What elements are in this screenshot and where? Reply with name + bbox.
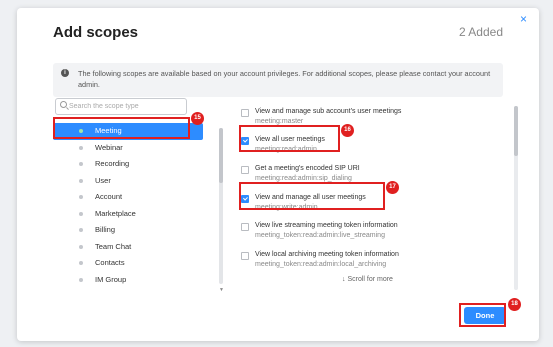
category-label: Billing [95, 225, 116, 234]
scope-checkbox[interactable] [241, 223, 249, 231]
bullet-icon [79, 261, 83, 265]
bullet-icon [79, 178, 83, 183]
scope-code: meeting_token:read:admin:live_streaming [255, 232, 385, 239]
highlight-box [239, 125, 340, 152]
scope-scrollbar[interactable] [514, 106, 518, 290]
search-input[interactable] [69, 100, 181, 112]
annotation-marker: 17 [386, 181, 399, 194]
category-label: Contacts [95, 258, 125, 267]
highlight-box [459, 303, 506, 327]
scope-code: meeting:read:admin:sip_dialing [255, 175, 352, 182]
category-label: Recording [95, 159, 130, 168]
category-label: Team Chat [95, 241, 132, 251]
bullet-icon [79, 277, 83, 282]
annotation-marker: 16 [341, 124, 354, 137]
info-banner: i The following scopes are available bas… [53, 63, 503, 97]
category-item-team-chat[interactable]: Team Chat [53, 239, 203, 256]
category-label: User [95, 175, 111, 185]
category-item-marketplace[interactable]: Marketplace [53, 206, 203, 223]
scope-name: View live streaming meeting token inform… [255, 222, 398, 229]
scope-checkbox[interactable] [241, 252, 249, 260]
category-item-recording[interactable]: Recording [53, 156, 203, 173]
search-field[interactable] [55, 98, 187, 115]
category-item-account[interactable]: Account [53, 189, 203, 206]
category-label: Account [95, 192, 123, 201]
category-label: Webinar [95, 142, 123, 152]
category-label: Marketplace [95, 208, 136, 218]
bullet-icon [79, 211, 83, 216]
highlight-box [53, 117, 190, 139]
scope-code: meeting:master [255, 118, 304, 125]
bullet-icon [79, 162, 83, 166]
search-icon [60, 101, 67, 108]
highlight-box [239, 182, 385, 210]
info-text: The following scopes are available based… [78, 69, 491, 89]
scroll-down-arrow-icon[interactable]: ▼ [219, 287, 224, 293]
annotation-marker: 15 [191, 112, 204, 125]
bullet-icon [79, 195, 83, 199]
scope-name: View and manage sub account's user meeti… [255, 108, 402, 115]
info-icon: i [61, 69, 69, 77]
bullet-icon [79, 244, 83, 249]
scroll-for-more-hint[interactable]: ↓ Scroll for more [342, 276, 393, 283]
scope-checkbox[interactable] [241, 109, 249, 117]
category-item-im-group[interactable]: IM Group [53, 272, 203, 289]
scope-name: Get a meeting's encoded SIP URI [255, 165, 360, 172]
bullet-icon [79, 228, 83, 232]
category-item-contacts[interactable]: Contacts [53, 255, 203, 272]
scope-code: meeting_token:read:admin:local_archiving [255, 261, 387, 268]
close-icon[interactable]: × [520, 12, 527, 26]
category-item-webinar[interactable]: Webinar [53, 140, 203, 157]
category-item-user[interactable]: User [53, 173, 203, 190]
bullet-icon [79, 145, 83, 150]
category-list: Meeting Webinar Recording User Account M… [53, 123, 203, 288]
scope-checkbox[interactable] [241, 166, 249, 174]
category-label: IM Group [95, 274, 127, 284]
annotation-marker: 18 [508, 298, 521, 311]
scope-name: View local archiving meeting token infor… [255, 251, 399, 258]
scrollbar-thumb[interactable] [219, 128, 223, 183]
scrollbar-thumb[interactable] [514, 106, 518, 156]
add-scopes-dialog: × Add scopes 2 Added i The following sco… [17, 8, 539, 341]
category-scrollbar[interactable] [219, 128, 223, 284]
dialog-title: Add scopes [53, 24, 139, 41]
category-item-billing[interactable]: Billing [53, 222, 203, 239]
added-count: 2 Added [458, 25, 503, 39]
